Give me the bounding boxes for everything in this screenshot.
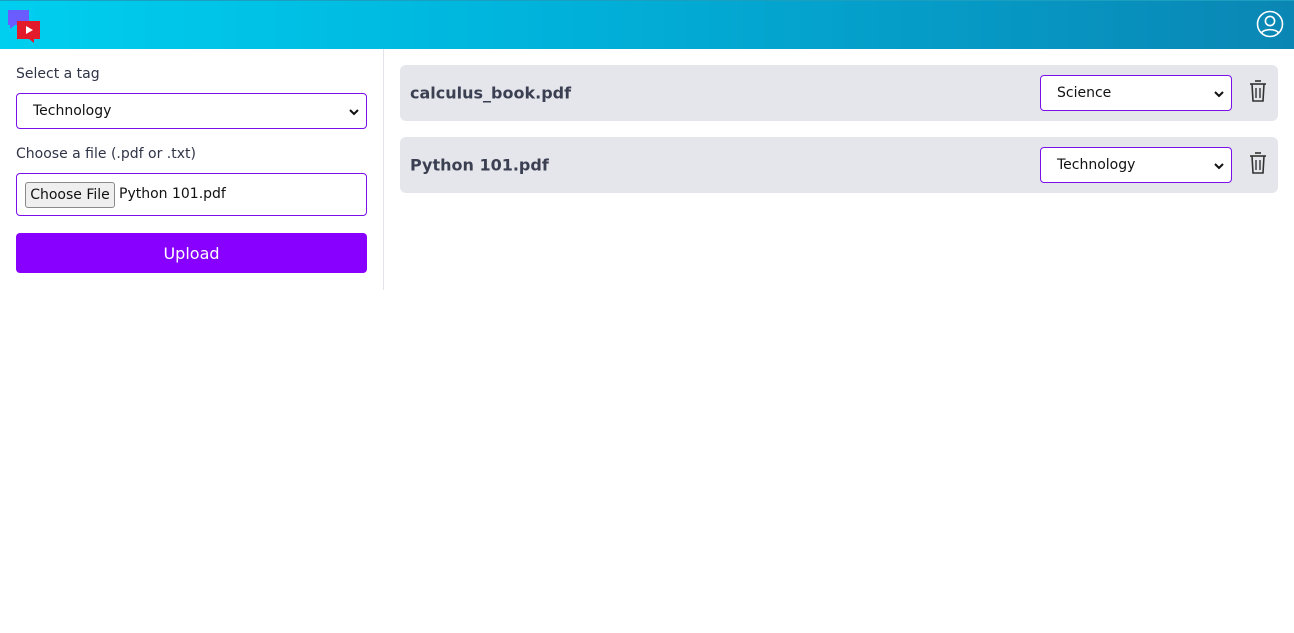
file-row: calculus_book.pdf Science [400, 65, 1278, 121]
tag-select[interactable]: Technology [16, 93, 367, 129]
file-tag-value: Technology [1057, 157, 1136, 173]
user-circle-icon[interactable] [1256, 10, 1284, 38]
trash-icon[interactable] [1248, 151, 1268, 175]
tag-select-value: Technology [33, 103, 112, 119]
top-navbar [0, 0, 1294, 49]
file-name: calculus_book.pdf [410, 83, 572, 103]
file-tag-select[interactable]: Science [1040, 75, 1232, 111]
chevron-down-icon [1214, 163, 1224, 170]
file-input[interactable]: Choose File Python 101.pdf [16, 173, 367, 216]
upload-sidebar: Select a tag Technology Choose a file (.… [0, 49, 384, 290]
file-name: Python 101.pdf [410, 155, 549, 175]
tag-label: Select a tag [16, 66, 100, 82]
file-row: Python 101.pdf Technology [400, 137, 1278, 193]
upload-button[interactable]: Upload [16, 233, 367, 273]
trash-icon[interactable] [1248, 79, 1268, 103]
file-list: calculus_book.pdf Science Python 101.pdf… [400, 65, 1278, 209]
file-tag-value: Science [1057, 85, 1112, 101]
chevron-down-icon [1214, 91, 1224, 98]
chosen-file-name: Python 101.pdf [119, 186, 226, 202]
chat-play-logo-icon[interactable] [7, 9, 41, 43]
file-label: Choose a file (.pdf or .txt) [16, 146, 196, 162]
chevron-down-icon [349, 109, 359, 116]
file-tag-select[interactable]: Technology [1040, 147, 1232, 183]
choose-file-button[interactable]: Choose File [25, 182, 115, 208]
